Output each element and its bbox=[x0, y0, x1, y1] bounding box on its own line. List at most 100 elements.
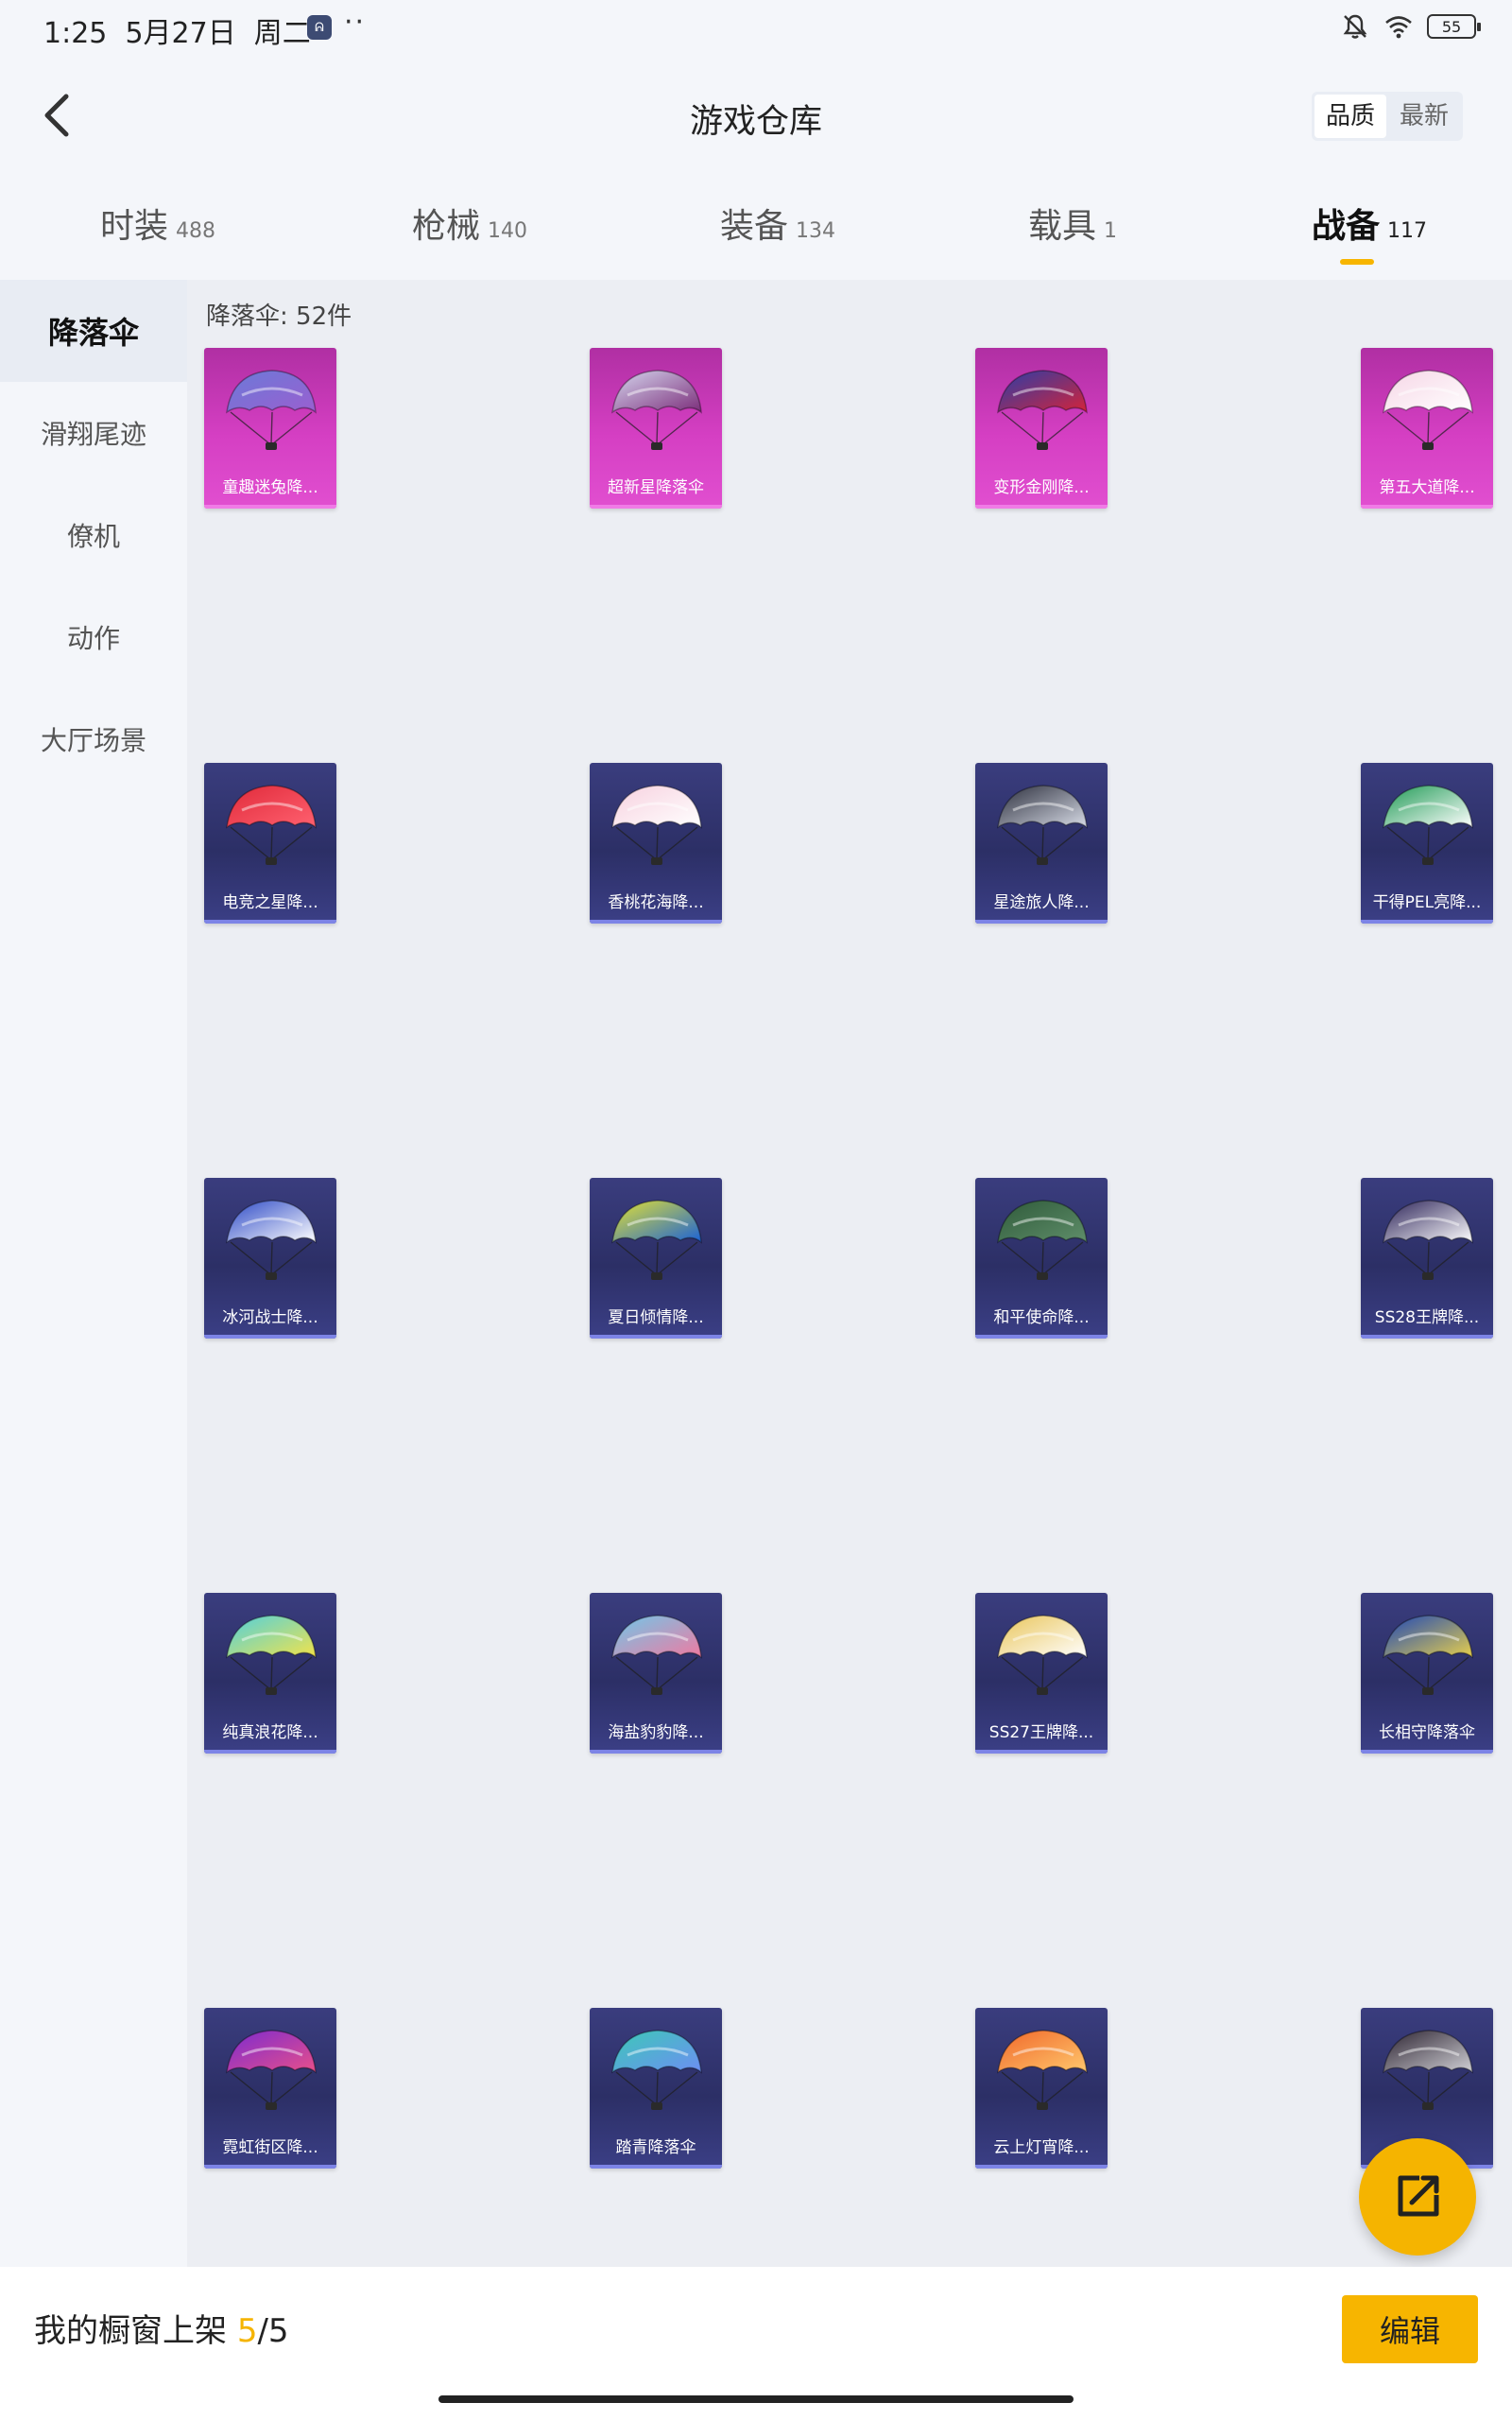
showcase-label: 我的橱窗上架 bbox=[34, 2312, 227, 2350]
item-name: 长相守降落伞 bbox=[1379, 1723, 1475, 1742]
subcategory-sidebar: 降落伞 滑翔尾迹 僚机 动作 大厅场景 bbox=[0, 280, 187, 2265]
item-card[interactable]: 海盐豹豹降... bbox=[590, 1593, 722, 1754]
tab-label: 战备 bbox=[1312, 207, 1381, 246]
item-card[interactable]: 干得PEL亮降... bbox=[1361, 763, 1493, 924]
sort-toggle: 品质 最新 bbox=[1311, 92, 1463, 141]
parachute-icon bbox=[1383, 1200, 1473, 1280]
item-card[interactable]: 童趣迷兔降... bbox=[204, 348, 336, 509]
item-card[interactable]: 变形金刚降... bbox=[975, 348, 1108, 509]
item-name: 电竞之星降... bbox=[222, 893, 318, 912]
sidebar-item-emote[interactable]: 动作 bbox=[0, 586, 187, 688]
parachute-icon bbox=[997, 1615, 1088, 1695]
parachute-icon bbox=[611, 785, 702, 865]
item-card[interactable]: 第五大道降... bbox=[1361, 348, 1493, 509]
item-card[interactable]: SS27王牌降... bbox=[975, 1593, 1108, 1754]
status-date: 5月27日 bbox=[125, 17, 236, 50]
item-card[interactable]: 超新星降落伞 bbox=[590, 348, 722, 509]
status-indicators: 55 bbox=[1340, 11, 1481, 42]
item-card[interactable]: 踏青降落伞 bbox=[590, 2008, 722, 2169]
showcase-status: 我的橱窗上架 5/5 bbox=[34, 2305, 289, 2351]
battery-indicator: 55 bbox=[1427, 14, 1481, 39]
parachute-icon bbox=[997, 2030, 1088, 2110]
item-card[interactable]: 霓虹街区降... bbox=[204, 2008, 336, 2169]
rarity-strip bbox=[975, 920, 1108, 924]
tab-vehicles[interactable]: 载具 1 bbox=[1028, 199, 1117, 265]
tab-battle-prep[interactable]: 战备 117 bbox=[1312, 199, 1427, 265]
tab-count: 134 bbox=[796, 219, 836, 243]
rarity-strip bbox=[590, 920, 722, 924]
item-name: 星途旅人降... bbox=[993, 893, 1090, 912]
item-card[interactable]: 长相守降落伞 bbox=[1361, 1593, 1493, 1754]
status-time: 1:25 bbox=[43, 17, 108, 50]
sidebar-item-glide-trail[interactable]: 滑翔尾迹 bbox=[0, 382, 187, 484]
parachute-icon bbox=[611, 370, 702, 450]
item-card[interactable]: 香桃花海降... bbox=[590, 763, 722, 924]
more-notifications-icon: ·· bbox=[344, 6, 367, 39]
rarity-strip bbox=[204, 1750, 336, 1754]
rarity-strip bbox=[1361, 1750, 1493, 1754]
tab-equipment[interactable]: 装备 134 bbox=[720, 199, 835, 265]
edit-button[interactable]: 编辑 bbox=[1342, 2295, 1478, 2363]
tab-label: 载具 bbox=[1028, 207, 1097, 246]
rarity-strip bbox=[1361, 1335, 1493, 1339]
tab-firearms[interactable]: 枪械 140 bbox=[412, 199, 527, 265]
tab-count: 488 bbox=[176, 219, 216, 243]
tab-count: 1 bbox=[1104, 219, 1118, 243]
rarity-strip bbox=[590, 1335, 722, 1339]
parachute-icon bbox=[226, 370, 317, 450]
rarity-strip bbox=[204, 505, 336, 509]
sort-option-quality[interactable]: 品质 bbox=[1314, 95, 1386, 138]
item-card[interactable]: SS28王牌降... bbox=[1361, 1178, 1493, 1339]
rarity-strip bbox=[975, 1335, 1108, 1339]
mute-bell-icon bbox=[1343, 14, 1367, 39]
item-name: 超新星降落伞 bbox=[608, 478, 704, 497]
item-name: 霓虹街区降... bbox=[222, 2138, 318, 2157]
item-name: 夏日倾情降... bbox=[608, 1308, 704, 1327]
item-name: 踏青降落伞 bbox=[615, 2138, 696, 2157]
sidebar-item-lobby-scene[interactable]: 大厅场景 bbox=[0, 688, 187, 790]
item-card[interactable]: 电竞之星降... bbox=[204, 763, 336, 924]
item-card[interactable]: 夏日倾情降... bbox=[590, 1178, 722, 1339]
rarity-strip bbox=[590, 1750, 722, 1754]
item-card[interactable]: 纯真浪花降... bbox=[204, 1593, 336, 1754]
share-button[interactable] bbox=[1359, 2138, 1476, 2256]
rarity-strip bbox=[1361, 920, 1493, 924]
parachute-icon bbox=[997, 370, 1088, 450]
item-name: SS28王牌降... bbox=[1374, 1308, 1480, 1327]
rarity-strip bbox=[204, 1335, 336, 1339]
parachute-icon bbox=[226, 1200, 317, 1280]
item-card[interactable]: 星途旅人降... bbox=[975, 763, 1108, 924]
item-name: 香桃花海降... bbox=[608, 893, 704, 912]
item-card[interactable]: 和平使命降... bbox=[975, 1178, 1108, 1339]
tab-label: 枪械 bbox=[412, 207, 481, 246]
parachute-icon bbox=[611, 1615, 702, 1695]
parachute-icon bbox=[611, 1200, 702, 1280]
tab-label: 装备 bbox=[720, 207, 789, 246]
item-name: 童趣迷兔降... bbox=[222, 478, 318, 497]
parachute-icon bbox=[611, 2030, 702, 2110]
item-name: 变形金刚降... bbox=[993, 478, 1090, 497]
rarity-strip bbox=[590, 505, 722, 509]
home-indicator[interactable] bbox=[438, 2395, 1074, 2403]
sort-option-latest[interactable]: 最新 bbox=[1388, 95, 1460, 138]
item-card[interactable]: 云上灯宵降... bbox=[975, 2008, 1108, 2169]
wifi-icon bbox=[1385, 16, 1412, 39]
item-card[interactable]: 冰河战士降... bbox=[204, 1178, 336, 1339]
page-title: 游戏仓库 bbox=[689, 103, 822, 141]
item-count-label: 降落伞: 52件 bbox=[206, 302, 352, 331]
item-name: 云上灯宵降... bbox=[993, 2138, 1090, 2157]
status-datetime: 1:25 5月27日 周二 bbox=[43, 9, 311, 51]
tab-fashion[interactable]: 时装 488 bbox=[100, 199, 215, 265]
sidebar-item-wingman[interactable]: 僚机 bbox=[0, 484, 187, 586]
sidebar-item-parachute[interactable]: 降落伞 bbox=[0, 280, 187, 382]
item-name: 干得PEL亮降... bbox=[1372, 893, 1482, 912]
category-tabs: 时装 488 枪械 140 装备 134 载具 1 战备 117 bbox=[0, 172, 1512, 280]
share-icon bbox=[1398, 2175, 1439, 2217]
app-header: 游戏仓库 品质 最新 bbox=[0, 59, 1512, 172]
tab-count: 140 bbox=[488, 219, 528, 243]
app-notification-icon: ᕱ bbox=[307, 15, 332, 40]
item-name: 纯真浪花降... bbox=[222, 1723, 318, 1742]
rarity-strip bbox=[975, 505, 1108, 509]
parachute-icon bbox=[997, 785, 1088, 865]
parachute-icon bbox=[226, 785, 317, 865]
